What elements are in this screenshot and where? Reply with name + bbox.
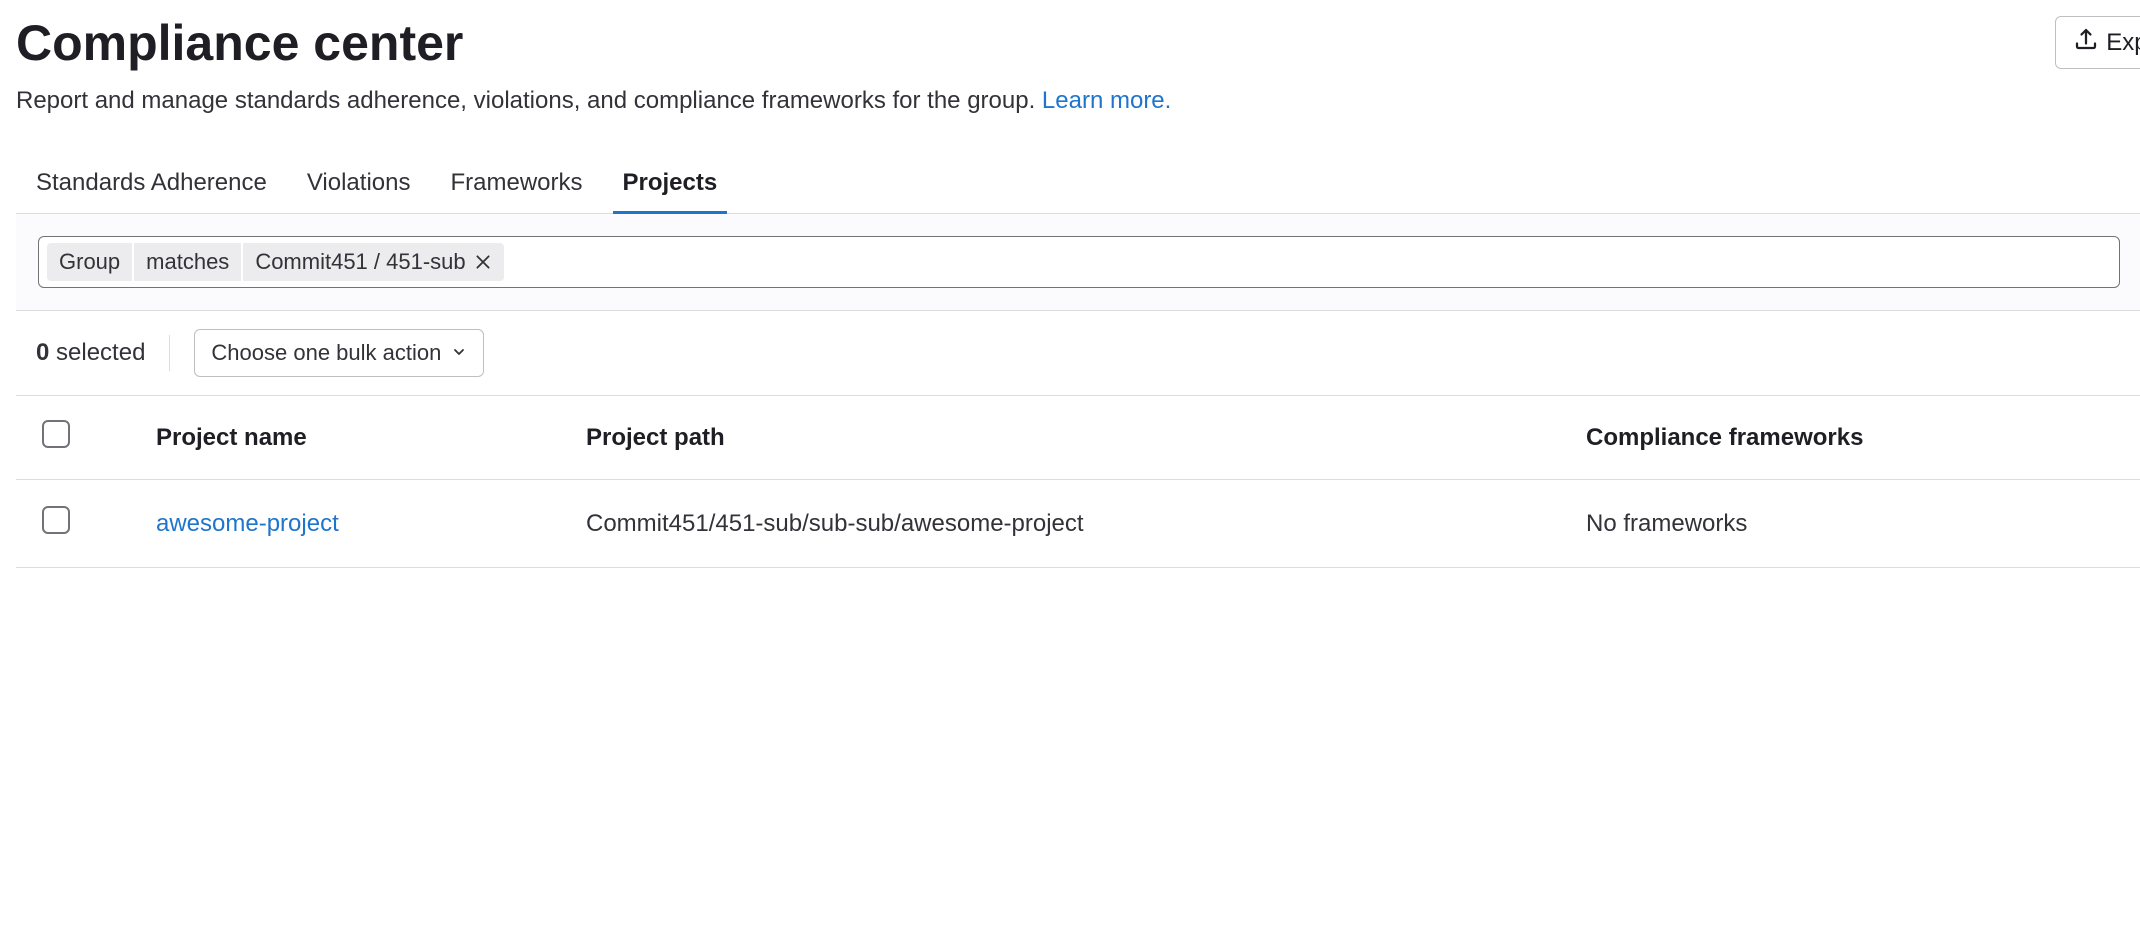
selected-count: 0 selected (36, 339, 145, 367)
divider (169, 335, 170, 371)
project-frameworks: No frameworks (1566, 480, 2140, 568)
projects-table: Project name Project path Compliance fra… (16, 396, 2140, 568)
export-label: Expo (2106, 29, 2140, 57)
tab-violations[interactable]: Violations (307, 155, 411, 213)
project-link[interactable]: awesome-project (156, 510, 339, 537)
filter-chip-op: matches (134, 243, 241, 281)
filter-chip-group[interactable]: Group matches Commit451 / 451-sub (47, 243, 504, 281)
learn-more-link[interactable]: Learn more. (1042, 87, 1171, 114)
select-all-checkbox[interactable] (42, 420, 70, 448)
project-path: Commit451/451-sub/sub-sub/awesome-projec… (566, 480, 1566, 568)
tabs: Standards Adherence Violations Framework… (16, 155, 2140, 214)
row-checkbox[interactable] (42, 506, 70, 534)
filter-chip-field: Group (47, 243, 132, 281)
close-icon[interactable] (474, 253, 492, 271)
export-button[interactable]: Expo (2055, 16, 2140, 69)
filter-chip-value: Commit451 / 451-sub (243, 243, 503, 281)
filter-bar[interactable]: Group matches Commit451 / 451-sub (38, 236, 2120, 288)
tab-standards-adherence[interactable]: Standards Adherence (36, 155, 267, 213)
col-header-name: Project name (136, 396, 566, 480)
page-subtitle: Report and manage standards adherence, v… (16, 87, 2140, 115)
col-header-frameworks: Compliance frameworks (1566, 396, 2140, 480)
tab-projects[interactable]: Projects (623, 155, 718, 213)
page-title: Compliance center (16, 16, 463, 71)
chevron-down-icon (451, 340, 467, 366)
col-header-path: Project path (566, 396, 1566, 480)
table-row: awesome-project Commit451/451-sub/sub-su… (16, 480, 2140, 568)
bulk-action-dropdown[interactable]: Choose one bulk action (194, 329, 484, 377)
tab-frameworks[interactable]: Frameworks (450, 155, 582, 213)
export-icon (2074, 27, 2098, 58)
